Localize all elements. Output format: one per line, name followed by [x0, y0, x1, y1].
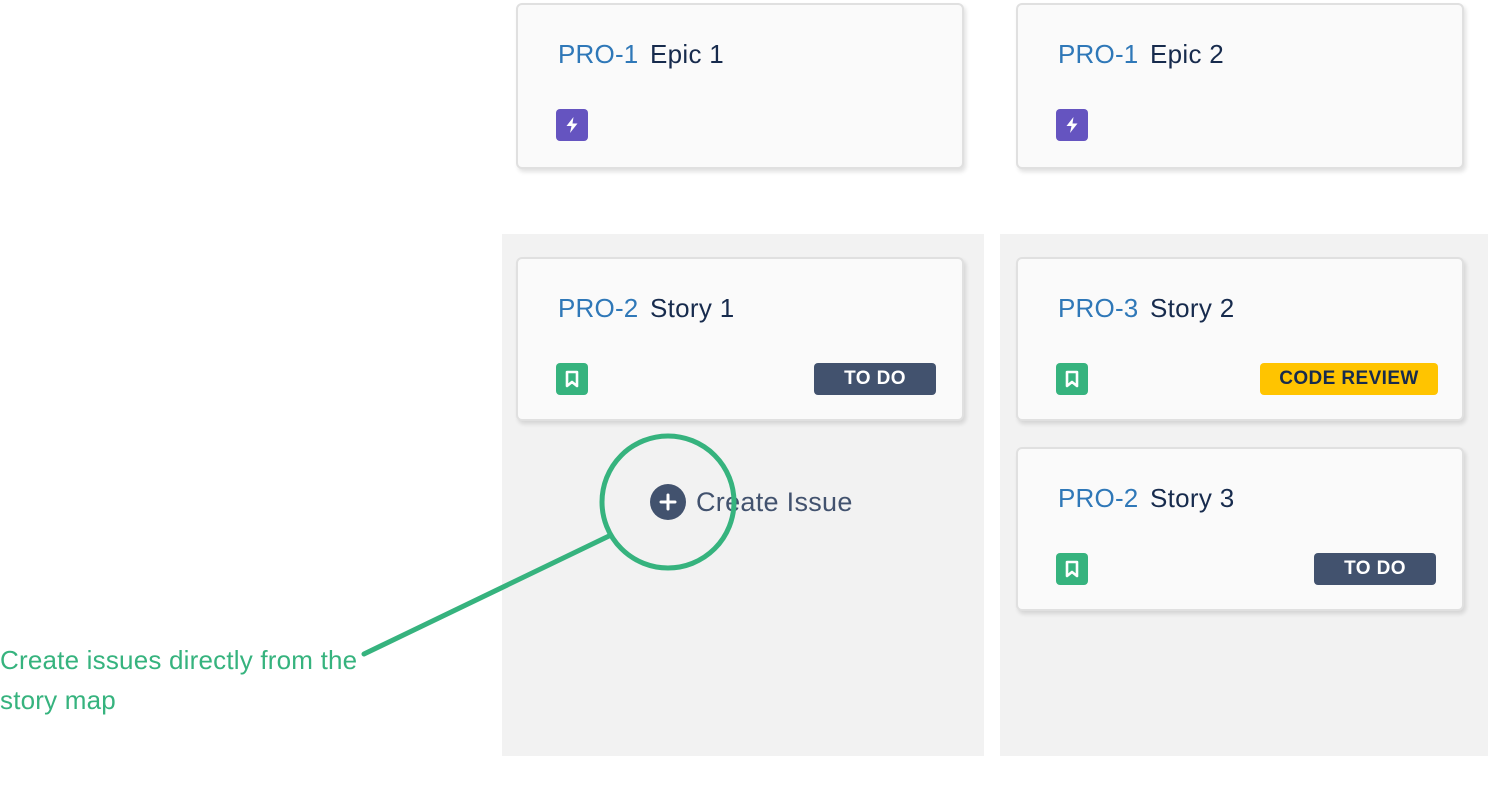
issue-summary: Epic 2: [1150, 39, 1225, 69]
issue-key[interactable]: PRO-1: [558, 39, 638, 70]
issue-key[interactable]: PRO-2: [558, 293, 638, 324]
story-bookmark-icon: [556, 363, 588, 395]
story-card[interactable]: PRO-3 Story 2 CODE REVIEW: [1016, 257, 1464, 421]
story-card[interactable]: PRO-2 Story 1 TO DO: [516, 257, 964, 421]
create-issue-button[interactable]: Create Issue: [650, 484, 853, 520]
epic-lightning-icon: [1056, 109, 1088, 141]
epic-card[interactable]: PRO-1 Epic 1: [516, 3, 964, 169]
epic-card[interactable]: PRO-1 Epic 2: [1016, 3, 1464, 169]
epic-lightning-icon: [556, 109, 588, 141]
issue-key[interactable]: PRO-1: [1058, 39, 1138, 70]
issue-summary: Epic 1: [650, 39, 725, 69]
create-issue-label: Create Issue: [696, 486, 853, 517]
status-badge: CODE REVIEW: [1260, 363, 1438, 395]
plus-icon: [650, 484, 686, 520]
issue-summary: Story 3: [1150, 483, 1235, 513]
status-badge: TO DO: [1314, 553, 1436, 585]
issue-key[interactable]: PRO-3: [1058, 293, 1138, 324]
issue-summary: Story 1: [650, 293, 735, 323]
issue-summary: Story 2: [1150, 293, 1235, 323]
issue-key[interactable]: PRO-2: [1058, 483, 1138, 514]
story-bookmark-icon: [1056, 553, 1088, 585]
story-bookmark-icon: [1056, 363, 1088, 395]
status-badge: TO DO: [814, 363, 936, 395]
annotation-text: Create issues directly from the story ma…: [0, 645, 358, 715]
story-card[interactable]: PRO-2 Story 3 TO DO: [1016, 447, 1464, 611]
